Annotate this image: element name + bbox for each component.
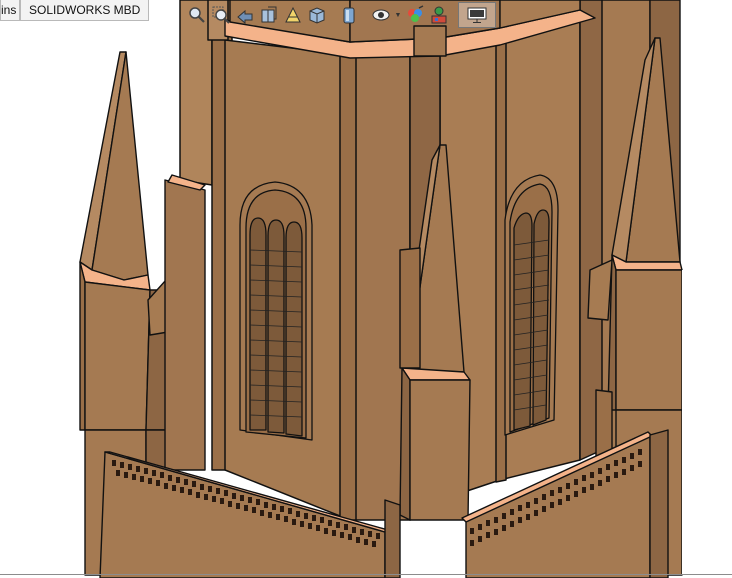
toolbar-separator [362,4,368,26]
edit-appearance-icon[interactable] [404,4,426,26]
right-window [504,174,559,436]
chevron-down-icon[interactable]: ▼ [394,4,402,26]
tab-solidworks-mbd[interactable]: SOLIDWORKS MBD [20,0,150,21]
toolbar-separator [330,4,336,26]
command-manager-tabs: ins SOLIDWORKS MBD [0,0,150,22]
dynamic-annotation-icon[interactable] [282,4,304,26]
apply-scene-icon[interactable] [428,4,450,26]
heads-up-view-toolbar: ▼ [186,2,496,28]
view-orientation-icon[interactable] [306,4,328,26]
left-window [239,181,313,441]
zoom-to-fit-icon[interactable] [186,4,208,26]
display-style-icon[interactable] [338,4,360,26]
previous-view-icon[interactable] [234,4,256,26]
view-settings-icon[interactable] [458,2,496,28]
section-view-icon[interactable] [258,4,280,26]
left-inner-buttress [164,174,206,471]
zoom-to-area-icon[interactable] [210,4,232,26]
viewport-bottom-border [0,574,732,575]
graphics-area[interactable] [0,0,732,578]
tab-add-ins[interactable]: ins [0,0,20,21]
cathedral-tower-model[interactable] [0,0,732,578]
hide-show-items-icon[interactable] [370,4,392,26]
